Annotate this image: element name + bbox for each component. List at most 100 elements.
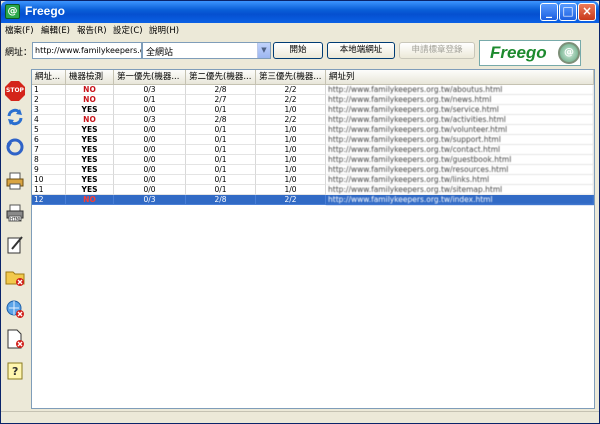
table-row[interactable]: 1 NO 0/3 2/8 2/2 http://www.familykeepers.org… <box>32 85 594 95</box>
menu-report[interactable]: 報告(R) <box>77 24 107 36</box>
priority2-result: 2/8 <box>186 85 256 95</box>
priority3-result: 1/0 <box>256 175 326 185</box>
start-button[interactable]: 開始 <box>273 42 323 59</box>
help-icon[interactable]: ? <box>5 361 25 381</box>
priority3-result: 1/0 <box>256 125 326 135</box>
scope-select[interactable]: 全網站 ▼ <box>142 42 271 59</box>
column-header-id[interactable]: 網址... <box>32 70 66 85</box>
scope-value: 全網站 <box>146 48 174 58</box>
url-cell: http://www.familykeepers.org.tw/news.htm… <box>326 95 594 105</box>
column-header-priority1[interactable]: 第一優先(機器... <box>114 70 186 85</box>
address-label: 網址： <box>5 48 33 58</box>
priority3-result: 2/2 <box>256 115 326 125</box>
table-row[interactable]: 4 NO 0/3 2/8 2/2 http://www.familykeepers.org… <box>32 115 594 125</box>
menu-file[interactable]: 檔案(F) <box>5 24 34 36</box>
url-cell: http://www.familykeepers.org.tw/support.… <box>326 135 594 145</box>
detection-result: YES <box>66 165 114 175</box>
table-row[interactable]: 10 YES 0/0 0/1 1/0 http://www.familykeepers.o… <box>32 175 594 185</box>
menu-settings[interactable]: 設定(C) <box>113 24 143 36</box>
detection-result: NO <box>66 95 114 105</box>
table-row[interactable]: 8 YES 0/0 0/1 1/0 http://www.familykeepers.or… <box>32 155 594 165</box>
row-id: 6 <box>32 135 66 145</box>
url-cell: http://www.familykeepers.org.tw/links.ht… <box>326 175 594 185</box>
table-row[interactable]: 5 YES 0/0 0/1 1/0 http://www.familykeepers.or… <box>32 125 594 135</box>
menu-help[interactable]: 說明(H) <box>149 24 179 36</box>
stop-icon[interactable]: STOP <box>5 81 25 101</box>
globe-delete-icon[interactable] <box>5 299 25 319</box>
priority1-result: 0/0 <box>114 105 186 115</box>
priority1-result: 0/1 <box>114 95 186 105</box>
column-header-detection[interactable]: 機器檢測 <box>66 70 114 85</box>
url-cell: http://www.familykeepers.org.tw/sitemap.… <box>326 185 594 195</box>
refresh-icon[interactable] <box>5 107 25 127</box>
sync-icon[interactable] <box>5 137 25 157</box>
status-bar <box>1 411 599 423</box>
print-report-icon[interactable]: HTML <box>5 203 25 223</box>
page-delete-icon[interactable] <box>5 329 25 349</box>
priority2-result: 0/1 <box>186 135 256 145</box>
maximize-button[interactable]: □ <box>559 3 577 21</box>
column-header-priority2[interactable]: 第二優先(機器... <box>186 70 256 85</box>
left-toolbar: STOP HTML ? <box>1 67 29 407</box>
priority1-result: 0/0 <box>114 135 186 145</box>
priority1-result: 0/0 <box>114 185 186 195</box>
priority1-result: 0/0 <box>114 125 186 135</box>
table-row[interactable]: 6 YES 0/0 0/1 1/0 http://www.familykeepers.or… <box>32 135 594 145</box>
table-row[interactable]: 11 YES 0/0 0/1 1/0 http://www.familykeepers.o… <box>32 185 594 195</box>
print-icon[interactable] <box>5 171 25 191</box>
app-window: @ Freego _ □ × 檔案(F) 編輯(E) 報告(R) 設定(C) 說… <box>0 0 600 424</box>
detection-result: YES <box>66 175 114 185</box>
priority2-result: 2/8 <box>186 195 256 205</box>
detection-result: YES <box>66 145 114 155</box>
folder-delete-icon[interactable] <box>5 267 25 287</box>
minimize-button[interactable]: _ <box>540 3 558 21</box>
priority1-result: 0/0 <box>114 165 186 175</box>
detection-result: YES <box>66 105 114 115</box>
url-cell: http://www.familykeepers.org.tw/activiti… <box>326 115 594 125</box>
chevron-down-icon[interactable]: ▼ <box>257 43 270 58</box>
apply-label-button[interactable]: 申請標章登錄 <box>399 42 475 59</box>
url-cell: http://www.familykeepers.org.tw/resource… <box>326 165 594 175</box>
row-id: 4 <box>32 115 66 125</box>
local-url-button[interactable]: 本地端網址 <box>327 42 395 59</box>
url-cell: http://www.familykeepers.org.tw/aboutus.… <box>326 85 594 95</box>
priority2-result: 0/1 <box>186 175 256 185</box>
menu-edit[interactable]: 編輯(E) <box>41 24 70 36</box>
row-id: 11 <box>32 185 66 195</box>
priority3-result: 2/2 <box>256 85 326 95</box>
table-row[interactable]: 9 YES 0/0 0/1 1/0 http://www.familykeepers.or… <box>32 165 594 175</box>
priority3-result: 1/0 <box>256 165 326 175</box>
table-row[interactable]: 7 YES 0/0 0/1 1/0 http://www.familykeepers.or… <box>32 145 594 155</box>
priority3-result: 1/0 <box>256 185 326 195</box>
url-cell: http://www.familykeepers.org.tw/guestboo… <box>326 155 594 165</box>
url-input[interactable]: http://www.familykeepers.org.tw/ <box>32 42 142 59</box>
edit-icon[interactable] <box>5 235 25 255</box>
results-table[interactable]: 網址... 機器檢測 第一優先(機器... 第二優先(機器... 第三優先(機器… <box>31 69 595 409</box>
column-header-priority3[interactable]: 第三優先(機器... <box>256 70 326 85</box>
row-id: 12 <box>32 195 66 205</box>
title-bar[interactable]: @ Freego _ □ × <box>1 1 599 23</box>
priority3-result: 1/0 <box>256 145 326 155</box>
priority3-result: 2/2 <box>256 195 326 205</box>
detection-result: YES <box>66 155 114 165</box>
address-toolbar: 網址： http://www.familykeepers.org.tw/ 全網站… <box>1 38 599 66</box>
priority1-result: 0/0 <box>114 145 186 155</box>
row-id: 1 <box>32 85 66 95</box>
table-row[interactable]: 3 YES 0/0 0/1 1/0 http://www.familykeepers.or… <box>32 105 594 115</box>
row-id: 10 <box>32 175 66 185</box>
priority2-result: 0/1 <box>186 105 256 115</box>
priority3-result: 2/2 <box>256 95 326 105</box>
detection-result: NO <box>66 115 114 125</box>
priority2-result: 2/8 <box>186 115 256 125</box>
table-row[interactable]: 12 NO 0/3 2/8 2/2 http://www.familykeepers.or… <box>32 195 594 205</box>
detection-result: YES <box>66 125 114 135</box>
window-title: Freego <box>25 4 66 18</box>
url-cell: http://www.familykeepers.org.tw/index.ht… <box>326 195 594 205</box>
app-icon: @ <box>5 4 20 19</box>
table-row[interactable]: 2 NO 0/1 2/7 2/2 http://www.familykeepers.org… <box>32 95 594 105</box>
close-button[interactable]: × <box>578 3 596 21</box>
priority2-result: 2/7 <box>186 95 256 105</box>
freego-logo: Freego @ <box>479 40 581 66</box>
priority3-result: 1/0 <box>256 135 326 145</box>
column-header-url[interactable]: 網址列 <box>326 70 594 85</box>
